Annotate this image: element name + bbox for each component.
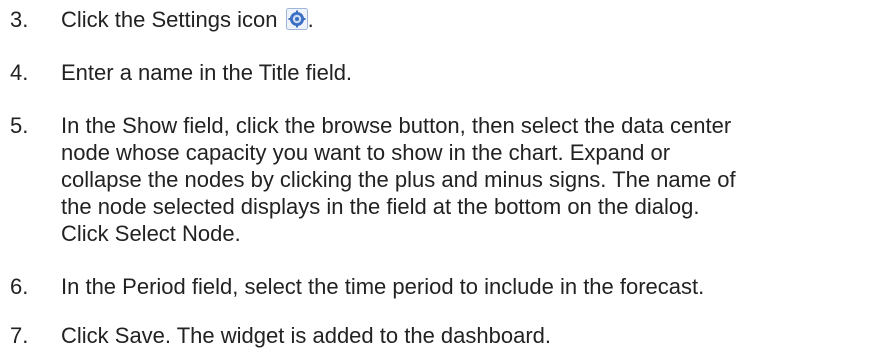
gear-icon bbox=[285, 8, 308, 30]
step-number: 6. bbox=[10, 274, 29, 299]
step-number: 3. bbox=[10, 7, 29, 32]
step-text-line: the node selected displays in the field … bbox=[61, 194, 700, 219]
step-text-after-icon: . bbox=[307, 7, 314, 32]
step-number: 5. bbox=[10, 113, 29, 138]
step-text-line: collapse the nodes by clicking the plus … bbox=[61, 167, 736, 192]
step-text-before-icon: Click the Settings icon bbox=[61, 7, 278, 32]
step-number: 7. bbox=[10, 323, 29, 348]
step-text: Click Save. The widget is added to the d… bbox=[61, 323, 552, 348]
step-number: 4. bbox=[10, 60, 29, 85]
step-text-line: In the Show field, click the browse butt… bbox=[61, 113, 732, 138]
step-text-line: node whose capacity you want to show in … bbox=[61, 140, 671, 165]
step-text: In the Show field, click the browse butt… bbox=[61, 112, 866, 247]
step-text: Click the Settings icon . bbox=[61, 6, 866, 33]
step-text-line: Click Select Node. bbox=[61, 221, 241, 246]
step-text: In the Period field, select the time per… bbox=[61, 274, 705, 299]
step-text: Enter a name in the Title field. bbox=[61, 60, 353, 85]
